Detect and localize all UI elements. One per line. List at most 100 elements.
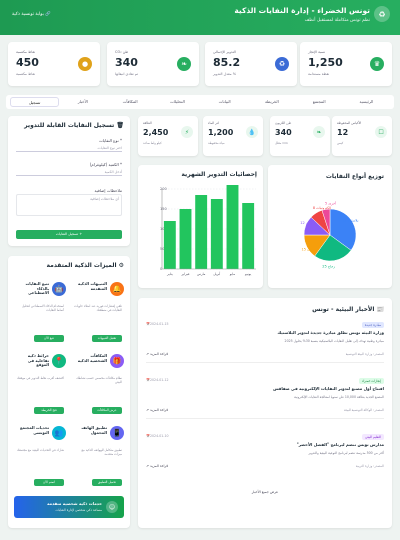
news-title: 📰 الأخبار البيئية - تونس (312, 306, 384, 313)
news-tag: إنجازات خضراء (359, 378, 384, 384)
mini-stat-sub: كيلو واط ساعة (143, 141, 162, 145)
submit-waste-button[interactable]: + تسجيل النفايات (16, 230, 122, 239)
news-divider (146, 362, 384, 363)
all-news-link[interactable]: عرض جميع الأخبار (138, 490, 392, 494)
pie-label: زجاج 25 (322, 265, 335, 269)
tab-2[interactable]: الخريطة (248, 97, 295, 107)
feature-item: 🤖 تتبع النفايات بالذكاء الاصطناعي استخدام … (14, 280, 66, 346)
tab-7[interactable]: تسجيل (10, 97, 60, 107)
mini-stat-icon: ⚡ (181, 126, 193, 138)
bar (210, 199, 223, 269)
waste-form-card: 🗑 تسجيل النفايات القابلة للتدوير * نوع ا… (8, 116, 130, 246)
feature-button[interactable]: فتح الخريطة (34, 407, 64, 414)
mini-stat-sub: CO₂ مقلل (275, 141, 289, 145)
tab-6[interactable]: الأخبار (59, 97, 106, 107)
mini-stat-icon: ☐ (375, 126, 387, 138)
bar (226, 185, 239, 269)
read-more-label: قراءة المزيد (150, 408, 169, 412)
read-more-link[interactable]: قراءة المزيد ↗ (146, 464, 168, 468)
news-desc: مبادرة وطنية تهدف إلى تقليل النفايات الب… (284, 339, 384, 343)
feature-button[interactable]: تتبع الآن (34, 335, 64, 342)
mini-stat-sub: مياه محفوظة (208, 141, 225, 145)
x-tick-label: مايو (229, 272, 236, 276)
quantity-input[interactable]: أدخل الكمية (16, 168, 122, 176)
x-tick-label: مارس (197, 272, 206, 276)
feature-title: تطبيق الهاتف المحمول (81, 425, 107, 435)
feature-desc: تطبيق متكامل للهواتف الذكية مع ميزات متق… (81, 448, 122, 456)
stat-label: نقاط مكتسبة (16, 50, 36, 54)
portal-link[interactable]: 🔗 بوابة تونسية ذكية (12, 12, 51, 17)
stat-sub: تم تفادي انبعاثها (115, 72, 139, 76)
mini-stat-label: الأكياس المحفوظة (337, 121, 362, 125)
stat-label: نسبة الإنجاز (308, 50, 326, 54)
type-label: * نوع النفايات (99, 138, 122, 143)
feature-title: المكافآت الشخصية الذكية (77, 353, 107, 363)
x-tick-label: أبريل (213, 271, 220, 276)
tab-1[interactable]: المجتمع (296, 97, 343, 107)
feature-button[interactable]: تفعيل التنبيهات (92, 335, 122, 342)
app-title: تونس الخضراء - إدارة النفايات الذكية (234, 6, 370, 15)
bar-chart: 050100150200ينايرفبرايرمارسأبريلمايويوني… (160, 185, 256, 276)
plus-icon: + (78, 232, 83, 236)
feature-button[interactable]: عرض المكافآت (92, 407, 122, 414)
news-date-text: 2024-01-15 (149, 322, 169, 326)
mini-stat-icon: 💧 (246, 126, 258, 138)
news-date-text: 2024-01-10 (149, 434, 169, 438)
pie-chart: بلاستيك 35زجاج 25معادن 15ورق 12إلكترونيا… (300, 200, 358, 269)
feature-icon: 📍 (52, 354, 66, 368)
promo-title: خدمات ذكية شخصية متقدمة (47, 501, 102, 506)
mini-stat-card: ☐ الأكياس المحفوظة 12 كيس (332, 116, 392, 156)
read-more-link[interactable]: قراءة المزيد ↗ (146, 408, 168, 412)
waste-type-select[interactable]: اختر نوع النفايات (16, 144, 122, 152)
feature-button[interactable]: تحميل التطبيق (92, 479, 122, 486)
x-tick-label: يناير (166, 272, 173, 276)
portal-link-label: بوابة تونسية ذكية (12, 12, 44, 17)
stat-sub: % معدل التدوير (213, 72, 237, 76)
news-headline[interactable]: مدارس تونس تنضم لبرنامج "الفصل الأخضر" (148, 442, 384, 447)
feature-icon: 👥 (52, 426, 66, 440)
app-subtitle: نظم تونس متكاملة لمستقبل أنظف (304, 18, 370, 23)
feature-item: 📱 تطبيق الهاتف المحمول تطبيق متكامل للهوات… (72, 424, 124, 490)
news-divider (146, 418, 384, 419)
feature-icon: 🔔 (110, 282, 124, 296)
news-date: 2024-01-10📅 (146, 434, 169, 438)
bar (195, 195, 208, 269)
bar (179, 209, 192, 269)
y-tick-label: 150 (160, 207, 167, 211)
feature-desc: تلقي إشعارات فورية عند امتلاء حاويات الن… (74, 304, 122, 312)
news-date-text: 2024-01-12 (149, 378, 169, 382)
tab-5[interactable]: المكافآت (107, 97, 154, 107)
stat-sub: نقاط مكتسبة (16, 72, 36, 76)
read-more-link[interactable]: قراءة المزيد ↗ (146, 352, 168, 356)
feature-desc: شارك في التحديات البيئية مع مجتمعك (16, 448, 64, 452)
mini-stat-card: ❧ طن الكربون 340 CO₂ مقلل (270, 116, 330, 156)
feature-icon: 🤖 (52, 282, 66, 296)
bar-chart-card: إحصائيات التدوير الشهرية 050100150200ينا… (138, 165, 263, 288)
notes-label: ملاحظات إضافية (94, 188, 122, 193)
tab-4[interactable]: التحليلات (154, 97, 201, 107)
tab-0[interactable]: الرئيسية (343, 97, 390, 107)
notes-textarea[interactable]: أي ملاحظات إضافية (16, 194, 122, 216)
feature-desc: نظام مكافآت مخصص حسب نشاطك البيئي (76, 376, 122, 384)
x-tick-label: فبراير (180, 272, 189, 276)
smart-services-banner[interactable]: ☺ خدمات ذكية شخصية متقدمة مساعد ذكي شخصي… (14, 496, 124, 518)
stat-card: ❧ طن CO₂ 340 تم تفادي انبعاثها (107, 42, 199, 86)
news-headline[interactable]: وزارة البيئة تونس تطلق مبادرة جديدة لتدو… (148, 330, 384, 335)
feature-title: خرائط ذكية تفاعلية في الموقع (27, 353, 49, 368)
news-date: 2024-01-12📅 (146, 378, 169, 382)
news-tag: التعليم البيئي (362, 434, 384, 440)
news-headline[interactable]: افتتاح أول مصنع لتدوير النفايات الإلكترو… (148, 386, 384, 391)
stat-label: التدوير الإجمالي (213, 50, 236, 54)
feature-button[interactable]: انضم الآن (34, 479, 64, 486)
pie-label: ورق 12 (300, 221, 312, 225)
news-date: 2024-01-15📅 (146, 322, 169, 326)
qty-placeholder: أدخل الكمية (104, 170, 122, 174)
tab-3[interactable]: البيانات (201, 97, 248, 107)
news-source: المصدر: الوكالة التونسية للبيئة (344, 408, 384, 412)
stat-card: ♻ التدوير الإجمالي 85.2 % معدل التدوير (205, 42, 297, 86)
features-title: ⚙ الميزات الذكية المتقدمة (46, 262, 124, 269)
stat-value: 1,250 (308, 56, 343, 69)
submit-label: تسجيل النفايات (55, 232, 79, 236)
mini-stat-label: طن الكربون (275, 121, 292, 125)
promo-desc: مساعد ذكي شخصي لإدارة النفايات (55, 508, 103, 512)
